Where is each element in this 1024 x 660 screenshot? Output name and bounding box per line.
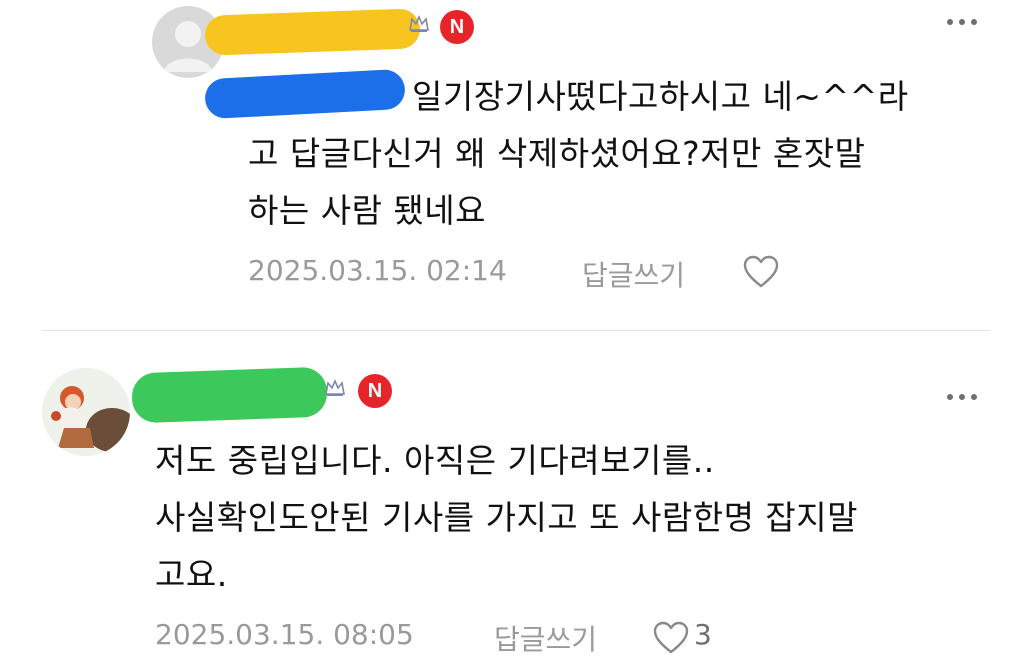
comment-line: 일기장기사떴다고하시고 네~^^라 [412, 77, 909, 116]
crown-icon [408, 14, 430, 38]
like-count: 3 [694, 618, 712, 651]
comment-line: 고요. [155, 555, 228, 594]
comment-divider [42, 330, 990, 331]
username-redacted[interactable] [204, 8, 421, 56]
comment-text: 일기장기사떴다고하시고 네~^^라 고 답글다신거 왜 삭제하셨어요?저만 혼잣… [248, 68, 988, 239]
comment-timestamp: 2025.03.15. 08:05 [155, 618, 414, 651]
username-redacted[interactable] [131, 366, 328, 424]
new-badge: N [440, 10, 474, 44]
more-options-icon[interactable] [947, 18, 977, 26]
crown-icon [324, 378, 346, 402]
new-badge: N [358, 374, 392, 408]
comment-line: 고 답글다신거 왜 삭제하셨어요?저만 혼잣말 [248, 134, 866, 173]
comment-text: 저도 중립입니다. 아직은 기다려보기를.. 사실확인도안된 기사를 가지고 또… [155, 432, 995, 603]
user-avatar[interactable] [42, 368, 130, 456]
reply-button[interactable]: 답글쓰기 [494, 618, 597, 658]
heart-icon[interactable] [652, 620, 690, 660]
comment-line: 하는 사람 됐네요 [248, 191, 486, 230]
comment-timestamp: 2025.03.15. 02:14 [248, 254, 507, 287]
comment-line: 사실확인도안된 기사를 가지고 또 사람한명 잡지말 [155, 498, 859, 537]
reply-button[interactable]: 답글쓰기 [582, 254, 685, 294]
comment-line: 저도 중립입니다. 아직은 기다려보기를.. [155, 441, 715, 480]
more-options-icon[interactable] [947, 393, 977, 401]
heart-icon[interactable] [742, 254, 780, 294]
